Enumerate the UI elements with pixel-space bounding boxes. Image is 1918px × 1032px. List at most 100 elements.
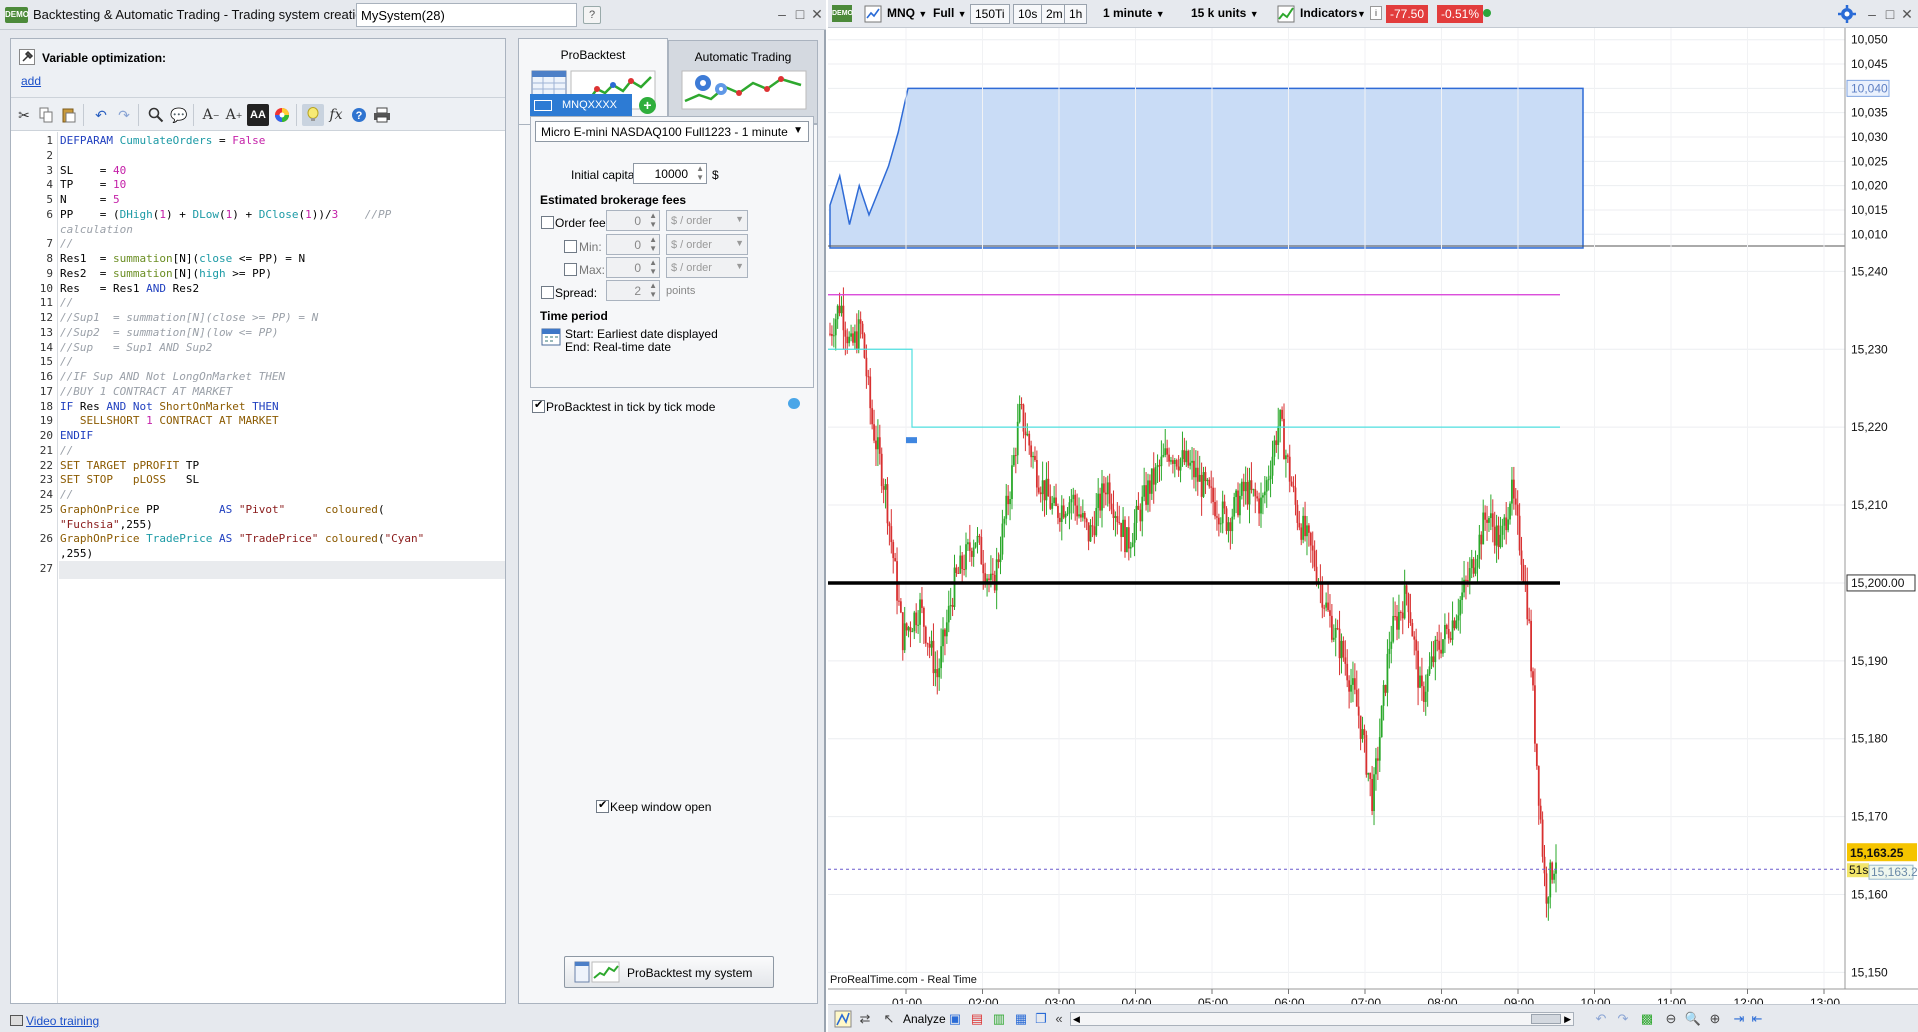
search-icon[interactable]: [145, 104, 167, 126]
comment-icon[interactable]: 💬: [168, 104, 190, 126]
keep-window-open-checkbox[interactable]: [596, 798, 609, 813]
print-icon[interactable]: [371, 104, 393, 126]
equity-y-axis: 10,050 10,045 10,040 10,035 10,030 10,025 10,0…: [1851, 33, 1888, 242]
chart-maximize-button[interactable]: □: [1882, 5, 1898, 23]
interval-select[interactable]: 1 minute ▼: [1100, 4, 1168, 24]
expand-right-icon[interactable]: ⇥: [1730, 1011, 1748, 1027]
maximize-button[interactable]: □: [792, 5, 808, 23]
min-fee-input[interactable]: 0 ▲ ▼: [606, 234, 660, 255]
spinner-arrows-icon[interactable]: ▲ ▼: [696, 164, 704, 182]
copy-icon[interactable]: [35, 104, 57, 126]
timeframe-150ti-button[interactable]: 150Ti: [970, 4, 1010, 24]
help-document-icon[interactable]: ?: [583, 6, 601, 24]
tick-mode-checkbox[interactable]: [532, 398, 545, 413]
info-icon[interactable]: i: [1370, 6, 1382, 20]
max-fee-unit-select[interactable]: $ / order ▼: [666, 257, 748, 278]
window-titlebar: DEMO Backtesting & Automatic Trading - T…: [0, 0, 826, 30]
cut-icon[interactable]: ✂: [13, 104, 35, 126]
min-fee-checkbox[interactable]: [564, 240, 577, 253]
chart-minimize-button[interactable]: –: [1864, 5, 1880, 23]
candlestick-icon[interactable]: ▥: [990, 1011, 1008, 1027]
font-decrease-icon[interactable]: A −: [200, 104, 222, 126]
candle-body: [1058, 517, 1061, 523]
code-line[interactable]: DEFPARAM CumulateOrders = False: [60, 132, 500, 150]
candle-body: [1164, 448, 1167, 456]
add-variable-link[interactable]: add: [21, 74, 41, 88]
chart-type-icon[interactable]: ▣: [946, 1011, 964, 1027]
candle-body: [1350, 684, 1352, 692]
font-increase-icon[interactable]: A +: [223, 104, 245, 126]
probacktest-my-system-button[interactable]: ProBacktest my system: [564, 956, 774, 988]
chart-autoscale-icon[interactable]: ▩: [1638, 1011, 1656, 1027]
layout-icon[interactable]: ▦: [1012, 1011, 1030, 1027]
window-icon[interactable]: ❐: [1032, 1011, 1050, 1027]
system-name-field[interactable]: MySystem(28): [356, 3, 577, 27]
spinner-arrows-icon[interactable]: ▲ ▼: [649, 258, 657, 276]
video-training-link[interactable]: Video training: [26, 1014, 99, 1028]
units-select[interactable]: 15 k units ▼: [1188, 4, 1262, 24]
zoom-out-icon[interactable]: 🔍: [1684, 1011, 1702, 1027]
info-bubble-icon[interactable]: [788, 398, 800, 409]
zoom-in-icon[interactable]: ⊕: [1706, 1011, 1724, 1027]
font-style-icon[interactable]: AA: [247, 104, 269, 126]
order-fee-unit-select[interactable]: $ / order ▼: [666, 210, 748, 231]
spinner-arrows-icon[interactable]: ▲ ▼: [649, 281, 657, 299]
code-line[interactable]: ,255): [60, 545, 500, 563]
horizontal-scrollbar[interactable]: ◀ ▶: [1070, 1012, 1574, 1026]
view-select[interactable]: Full ▼: [930, 4, 970, 24]
minimize-button[interactable]: –: [774, 5, 790, 23]
tab-automatic-trading[interactable]: Automatic Trading: [668, 40, 818, 124]
undo-icon[interactable]: ↶: [90, 104, 112, 126]
max-fee-checkbox[interactable]: [564, 263, 577, 276]
candle-body: [1041, 480, 1044, 495]
share-icon[interactable]: ⇄: [856, 1011, 874, 1027]
indicators-icon[interactable]: [1277, 5, 1295, 23]
indicators-button[interactable]: Indicators: [1297, 4, 1360, 24]
fit-icon[interactable]: ⇤: [1748, 1011, 1766, 1027]
redo-icon[interactable]: ↷: [113, 104, 135, 126]
initial-capital-input[interactable]: 10000 ▲ ▼: [633, 163, 707, 184]
collapse-left-icon[interactable]: «: [1050, 1011, 1068, 1027]
instrument-select[interactable]: Micro E-mini NASDAQ100 Full1223 - 1 minu…: [535, 121, 809, 142]
lightbulb-icon[interactable]: [302, 104, 324, 126]
close-button[interactable]: ✕: [809, 5, 825, 23]
order-fee-input[interactable]: 0 ▲ ▼: [606, 210, 660, 231]
drawing-tools-icon[interactable]: [834, 1010, 852, 1028]
redo-icon[interactable]: ↷: [1614, 1011, 1632, 1027]
function-icon[interactable]: 𝑓x: [325, 104, 347, 126]
scroll-left-icon[interactable]: ◀: [1073, 1013, 1080, 1025]
spread-checkbox[interactable]: [541, 286, 554, 299]
indicators-chevron-down-icon[interactable]: ▼: [1354, 4, 1369, 24]
cursor-icon[interactable]: ↖: [880, 1011, 898, 1027]
analyze-button[interactable]: Analyze: [903, 1012, 946, 1026]
equity-y-tick: 10,020: [1851, 179, 1888, 193]
zoom-reset-icon[interactable]: ⊖: [1662, 1011, 1680, 1027]
undo-icon[interactable]: ↶: [1592, 1011, 1610, 1027]
timeframe-10s-button[interactable]: 10s: [1013, 4, 1043, 24]
candle-body: [1273, 440, 1276, 457]
scrollbar-thumb[interactable]: [1531, 1014, 1561, 1024]
chart-close-button[interactable]: ✕: [1899, 5, 1915, 23]
max-fee-input[interactable]: 0 ▲ ▼: [606, 257, 660, 278]
spread-input[interactable]: 2 ▲ ▼: [606, 280, 660, 301]
orders-icon[interactable]: ▤: [968, 1011, 986, 1027]
price-chart[interactable]: 10,050 10,045 10,040 10,035 10,030 10,025 10,0…: [828, 28, 1918, 1032]
candle-body: [921, 599, 923, 608]
paste-icon[interactable]: [58, 104, 80, 126]
spinner-arrows-icon[interactable]: ▲ ▼: [649, 211, 657, 229]
min-fee-unit-select[interactable]: $ / order ▼: [666, 234, 748, 255]
scroll-right-icon[interactable]: ▶: [1564, 1013, 1571, 1025]
order-fee-checkbox[interactable]: [541, 216, 554, 229]
color-wheel-icon[interactable]: [271, 104, 293, 126]
add-instrument-icon[interactable]: +: [639, 97, 656, 114]
symbol-select[interactable]: MNQ ▼: [884, 4, 930, 24]
settings-gear-icon[interactable]: [1838, 5, 1856, 23]
calendar-icon[interactable]: [541, 327, 561, 347]
max-fee-unit: $ / order: [671, 262, 712, 274]
candle-body: [982, 564, 985, 574]
help-icon[interactable]: ?: [348, 104, 370, 126]
code-area[interactable]: 1 2 3 4 5 6 7 8 9 10 11 12 13 14 15 16 17 18 19 20 21 22 23 24 2…: [11, 132, 505, 1003]
timeframe-1h-button[interactable]: 1h: [1064, 4, 1088, 24]
spinner-arrows-icon[interactable]: ▲ ▼: [649, 235, 657, 253]
instrument-list-icon[interactable]: [864, 5, 882, 23]
